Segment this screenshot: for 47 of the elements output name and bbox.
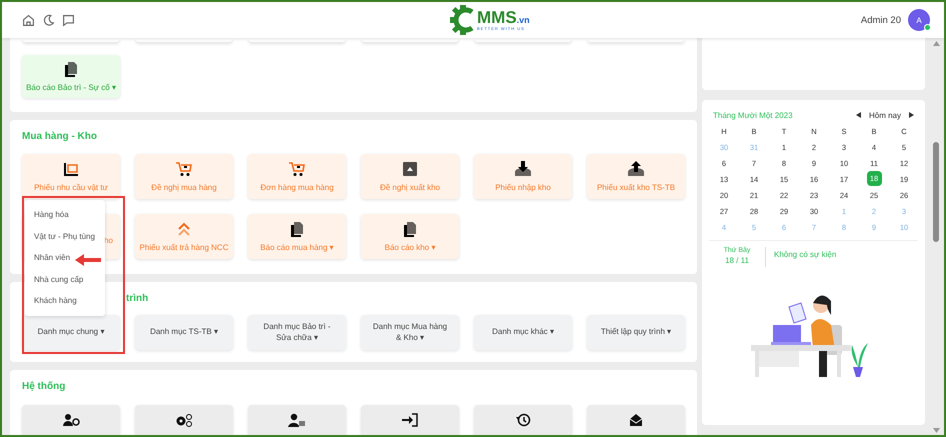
- logo-suffix: .vn: [516, 15, 530, 25]
- user-name: Admin 20: [860, 14, 901, 26]
- chevrons-icon: [176, 221, 192, 237]
- history-icon: [514, 413, 532, 427]
- previous-icon[interactable]: [856, 112, 861, 118]
- moon-icon[interactable]: [42, 14, 55, 26]
- arrow-icon: [75, 254, 101, 266]
- menu-tile[interactable]: Danh mục Mua hàng & Kho ▾: [361, 315, 459, 350]
- upload-icon: [628, 161, 644, 177]
- home-icon[interactable]: [22, 14, 35, 26]
- logo-text: MMS: [477, 8, 517, 27]
- menu-tile[interactable]: Danh mục khác ▾: [474, 315, 572, 350]
- menu-tile[interactable]: Danh mục TS-TB ▾: [135, 315, 233, 350]
- menu-tile[interactable]: Danh mục Bảo trì - Sửa chữa ▾: [248, 315, 346, 350]
- copy-icon: [63, 61, 79, 77]
- menu-tile[interactable]: [474, 405, 572, 435]
- gear-logo-icon: [450, 5, 476, 35]
- menu-item[interactable]: Hàng hóa: [34, 204, 69, 226]
- section-title: trình: [126, 292, 148, 306]
- menu-tile[interactable]: [248, 405, 346, 435]
- menu-tile[interactable]: Thiết lập quy trình ▾: [587, 315, 685, 350]
- menu-item[interactable]: Nhân viên: [34, 247, 70, 268]
- menu-tile[interactable]: [361, 405, 459, 435]
- cart-icon: [176, 161, 192, 177]
- today-button[interactable]: Hôm nay: [868, 110, 901, 120]
- copy-icon: [289, 221, 305, 237]
- scrollbar-thumb[interactable]: [933, 142, 939, 242]
- menu-tile[interactable]: [587, 405, 685, 435]
- copy-icon: [402, 221, 418, 237]
- event-message: Không có sự kiện: [774, 250, 836, 259]
- menu-tile[interactable]: Danh mục chung ▾: [22, 315, 120, 350]
- menu-tile[interactable]: [135, 405, 233, 435]
- cart-icon: [289, 161, 305, 177]
- event-date: 18 / 11: [725, 256, 749, 265]
- user-avatar[interactable]: A: [908, 9, 930, 31]
- section-title: Hệ thống: [22, 380, 66, 394]
- section-title: Mua hàng - Kho: [22, 130, 98, 144]
- menu-item[interactable]: Nhà cung cấp: [34, 268, 84, 290]
- chat-icon[interactable]: [62, 14, 75, 26]
- menu-item[interactable]: Khách hàng: [34, 290, 77, 312]
- mail-open-icon: [627, 413, 645, 427]
- calendar-month: Tháng Mười Một 2023: [713, 110, 793, 120]
- menu-tile[interactable]: [22, 405, 120, 435]
- download-icon: [515, 161, 531, 177]
- sign-in-icon: [401, 413, 419, 427]
- menu-item[interactable]: Vật tư - Phụ tùng: [34, 226, 95, 247]
- next-icon[interactable]: [909, 112, 914, 118]
